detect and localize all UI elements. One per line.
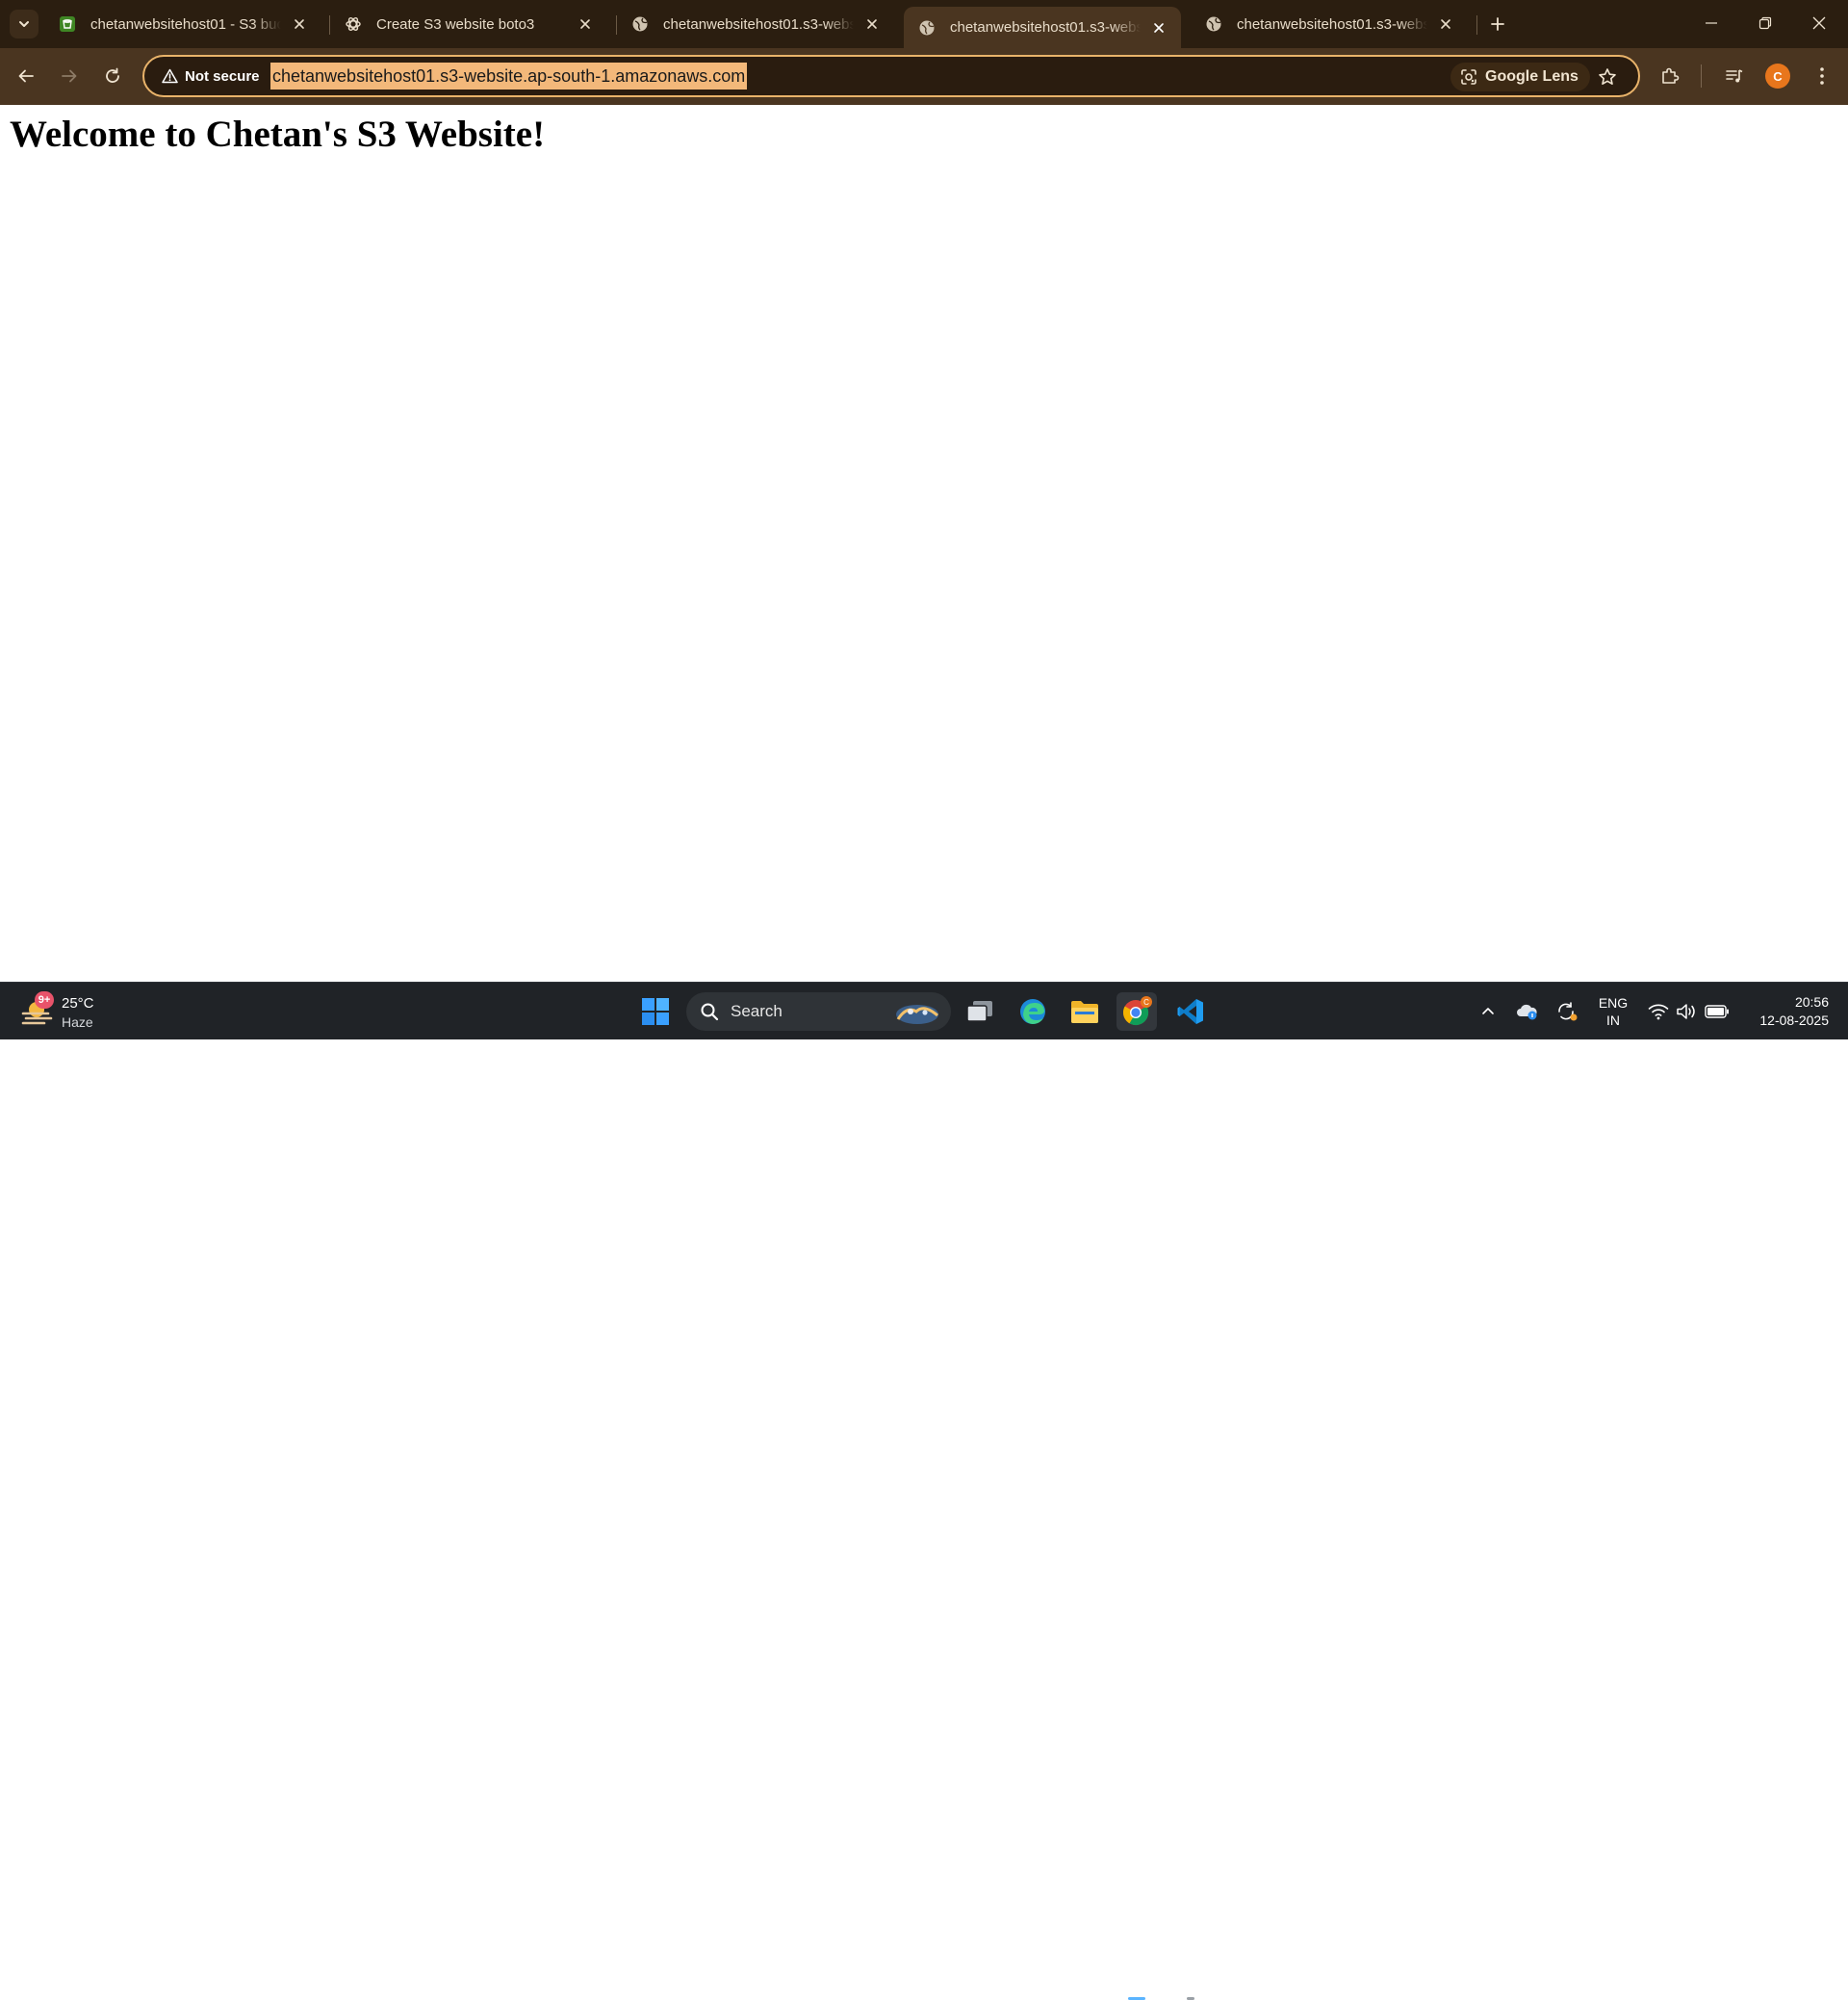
tab-title: chetanwebsitehost01 - S3 bucket [90, 15, 281, 33]
arrow-left-icon [17, 67, 35, 85]
google-lens-button[interactable]: Google Lens [1450, 63, 1590, 91]
tab-chatgpt[interactable]: Create S3 website boto3 [330, 7, 607, 41]
lens-label: Google Lens [1485, 68, 1578, 85]
address-bar[interactable]: Not secure chetanwebsitehost01.s3-websit… [142, 55, 1640, 97]
sync-update-icon [1555, 1001, 1578, 1022]
new-tab-button[interactable] [1482, 10, 1513, 38]
tab-strip: chetanwebsitehost01 - S3 bucket Create S… [0, 0, 1848, 48]
restore-icon [1758, 16, 1772, 30]
notification-badge: 9+ [35, 991, 54, 1009]
tab-title: chetanwebsitehost01.s3-website.ap-south-… [950, 19, 1141, 36]
close-icon[interactable] [1148, 17, 1169, 38]
language-code: ENG [1598, 995, 1629, 1011]
windows-taskbar: 9+ 25°C Haze Search C ENG IN 20:56 12-08… [0, 982, 1848, 2000]
back-button[interactable] [10, 60, 42, 92]
toolbar-divider [1701, 64, 1702, 88]
close-icon[interactable] [289, 13, 310, 35]
chevron-up-icon [1480, 1004, 1496, 1019]
wifi-icon [1648, 1003, 1669, 1020]
tab-s3-website[interactable]: chetanwebsitehost01.s3-website.ap-south-… [617, 7, 894, 41]
lens-camera-icon [1460, 68, 1477, 86]
vscode-button[interactable] [1170, 992, 1211, 1031]
menu-button[interactable] [1806, 60, 1838, 92]
region-code: IN [1606, 1013, 1620, 1028]
chrome-icon: C [1121, 996, 1152, 1027]
tab-title: Create S3 website boto3 [376, 15, 535, 33]
task-view-icon [965, 999, 994, 1024]
clock-time: 20:56 [1794, 994, 1829, 1010]
star-icon [1598, 67, 1617, 87]
profile-avatar[interactable]: C [1765, 64, 1790, 89]
vscode-icon [1176, 997, 1205, 1026]
clock[interactable]: 20:56 12-08-2025 [1738, 993, 1829, 1030]
security-label: Not secure [185, 67, 260, 85]
file-explorer-button[interactable] [1065, 992, 1105, 1031]
cloud-sync-icon [1516, 1002, 1539, 1021]
start-button[interactable] [635, 992, 676, 1031]
weather-widget[interactable]: 9+ 25°C Haze [19, 990, 125, 1033]
forward-button[interactable] [53, 60, 86, 92]
weather-condition: Haze [62, 1014, 93, 1030]
bookmark-button[interactable] [1592, 62, 1623, 92]
page-heading: Welcome to Chetan's S3 Website! [10, 114, 546, 155]
edge-button[interactable] [1013, 992, 1053, 1031]
tab-divider [1476, 15, 1477, 35]
minimize-button[interactable] [1684, 0, 1738, 46]
tab-title: chetanwebsitehost01.s3-website.ap-south-… [663, 15, 854, 33]
restore-button[interactable] [1738, 0, 1792, 46]
weather-temperature: 25°C [62, 995, 94, 1012]
windows-start-icon [641, 997, 670, 1026]
close-icon[interactable] [575, 13, 596, 35]
kebab-menu-icon [1819, 66, 1825, 86]
warning-triangle-icon [162, 68, 178, 84]
battery-button[interactable] [1704, 998, 1731, 1025]
search-highlight-icon [895, 1000, 939, 1025]
clock-date: 12-08-2025 [1759, 1013, 1829, 1028]
close-window-button[interactable] [1792, 0, 1846, 46]
minimize-icon [1705, 16, 1718, 30]
reload-icon [104, 67, 121, 85]
battery-icon [1705, 1005, 1730, 1018]
language-indicator[interactable]: ENG IN [1596, 994, 1630, 1029]
web-page-content: Welcome to Chetan's S3 Website! [0, 105, 1848, 982]
globe-icon [917, 18, 937, 38]
onedrive-tray-button[interactable] [1514, 998, 1541, 1025]
tab-title: chetanwebsitehost01.s3-website.ap-south-… [1237, 15, 1427, 33]
update-tray-button[interactable] [1553, 998, 1580, 1025]
chevron-down-icon [17, 17, 31, 31]
task-view-button[interactable] [960, 992, 1000, 1031]
puzzle-icon [1660, 66, 1680, 86]
chatgpt-icon [344, 14, 363, 34]
close-icon[interactable] [1435, 13, 1456, 35]
taskbar-search-box[interactable]: Search [686, 992, 951, 1031]
tab-search-button[interactable] [10, 10, 38, 38]
extensions-button[interactable] [1654, 60, 1686, 92]
file-explorer-icon [1069, 998, 1100, 1025]
network-button[interactable] [1645, 998, 1672, 1025]
chrome-button[interactable]: C [1116, 992, 1157, 1031]
volume-button[interactable] [1673, 998, 1700, 1025]
speaker-icon [1676, 1003, 1697, 1020]
playlist-music-icon [1725, 66, 1744, 86]
svg-text:C: C [1143, 998, 1149, 1007]
arrow-right-icon [61, 67, 78, 85]
search-label: Search [731, 1002, 783, 1020]
close-icon[interactable] [861, 13, 883, 35]
plus-icon [1490, 16, 1505, 32]
tab-s3-website-active[interactable]: chetanwebsitehost01.s3-website.ap-south-… [904, 7, 1181, 48]
aws-s3-icon [58, 14, 77, 34]
tab-s3-website[interactable]: chetanwebsitehost01.s3-website.ap-south-… [1191, 7, 1468, 41]
security-indicator[interactable]: Not secure [154, 63, 268, 90]
edge-icon [1018, 997, 1047, 1026]
reload-button[interactable] [96, 60, 129, 92]
show-hidden-icons-button[interactable] [1475, 998, 1502, 1025]
close-icon [1812, 16, 1826, 30]
tab-s3-bucket[interactable]: chetanwebsitehost01 - S3 bucket [44, 7, 321, 41]
url-text[interactable]: chetanwebsitehost01.s3-website.ap-south-… [270, 63, 748, 90]
globe-icon [630, 14, 650, 34]
search-icon [700, 1002, 719, 1021]
media-controls-button[interactable] [1718, 60, 1751, 92]
globe-icon [1204, 14, 1223, 34]
